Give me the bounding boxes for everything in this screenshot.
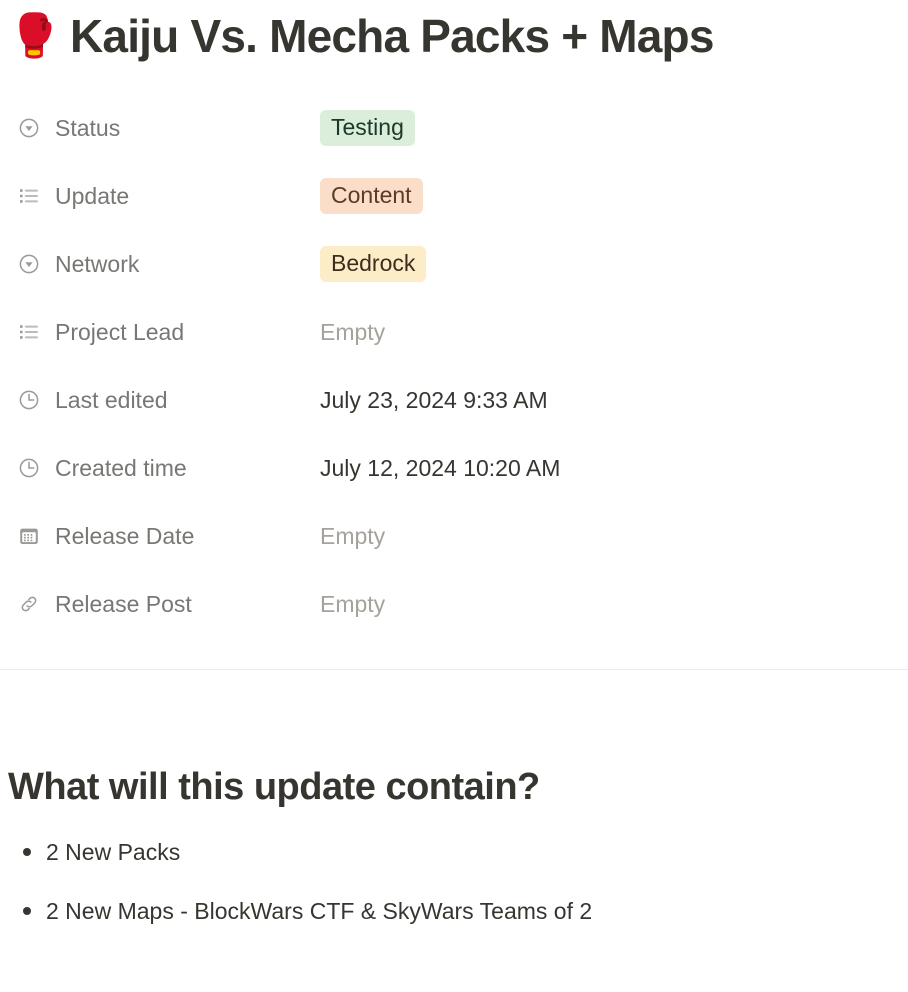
property-value-project-lead[interactable]: Empty <box>320 319 385 346</box>
section-heading[interactable]: What will this update contain? <box>8 670 900 809</box>
property-name: Release Date <box>55 522 195 549</box>
clock-icon <box>17 456 41 480</box>
list-item-text[interactable]: 2 New Packs <box>46 837 180 868</box>
list-item-text[interactable]: 2 New Maps - BlockWars CTF & SkyWars Tea… <box>46 896 592 927</box>
property-value-created-time: July 12, 2024 10:20 AM <box>320 454 561 481</box>
property-label-last-edited[interactable]: Last edited <box>0 387 320 414</box>
property-label-update[interactable]: Update <box>0 183 320 210</box>
property-value-status[interactable]: Testing <box>320 109 415 147</box>
select-icon <box>17 116 41 140</box>
property-value-last-edited: July 23, 2024 9:33 AM <box>320 386 548 413</box>
page-title-text[interactable]: Kaiju Vs. Mecha Packs + Maps <box>70 9 714 63</box>
property-row-release-post[interactable]: Release Post Empty <box>0 570 908 638</box>
property-row-last-edited[interactable]: Last edited July 23, 2024 9:33 AM <box>0 366 908 434</box>
bullet-list: 2 New Packs 2 New Maps - BlockWars CTF &… <box>8 809 900 927</box>
property-name: Update <box>55 182 130 209</box>
list-item[interactable]: 2 New Maps - BlockWars CTF & SkyWars Tea… <box>8 868 900 927</box>
property-label-status[interactable]: Status <box>0 115 320 142</box>
property-row-created-time[interactable]: Created time July 12, 2024 10:20 AM <box>0 434 908 502</box>
page-title: 🥊 Kaiju Vs. Mecha Packs + Maps <box>0 0 908 72</box>
property-row-network[interactable]: Network Bedrock <box>0 230 908 298</box>
multi-select-icon <box>17 184 41 208</box>
property-label-release-post[interactable]: Release Post <box>0 591 320 618</box>
property-row-release-date[interactable]: Release Date Empty <box>0 502 908 570</box>
boxing-glove-icon[interactable]: 🥊 <box>8 15 60 57</box>
property-label-created-time[interactable]: Created time <box>0 455 320 482</box>
clock-icon <box>17 388 41 412</box>
property-name: Network <box>55 250 140 277</box>
property-name: Release Post <box>55 590 192 617</box>
page-content: What will this update contain? 2 New Pac… <box>0 670 908 927</box>
property-row-update[interactable]: Update Content <box>0 162 908 230</box>
network-badge[interactable]: Bedrock <box>320 245 427 283</box>
bullet-icon <box>8 896 46 926</box>
property-row-status[interactable]: Status Testing <box>0 94 908 162</box>
property-value-network[interactable]: Bedrock <box>320 245 427 283</box>
update-badge[interactable]: Content <box>320 177 423 215</box>
property-row-project-lead[interactable]: Project Lead Empty <box>0 298 908 366</box>
property-value-update[interactable]: Content <box>320 177 423 215</box>
property-name: Last edited <box>55 386 168 413</box>
property-label-release-date[interactable]: Release Date <box>0 523 320 550</box>
list-item[interactable]: 2 New Packs <box>8 809 900 868</box>
property-list: Status Testing Update Content Network Be… <box>0 72 908 638</box>
property-value-release-date[interactable]: Empty <box>320 523 385 550</box>
select-icon <box>17 252 41 276</box>
calendar-icon <box>17 524 41 548</box>
property-label-network[interactable]: Network <box>0 251 320 278</box>
property-name: Status <box>55 114 121 141</box>
property-name: Created time <box>55 454 187 481</box>
property-value-release-post[interactable]: Empty <box>320 591 385 618</box>
property-label-project-lead[interactable]: Project Lead <box>0 319 320 346</box>
status-badge[interactable]: Testing <box>320 109 415 147</box>
property-name: Project Lead <box>55 318 185 345</box>
bullet-icon <box>8 837 46 867</box>
link-icon <box>17 592 41 616</box>
multi-select-icon <box>17 320 41 344</box>
